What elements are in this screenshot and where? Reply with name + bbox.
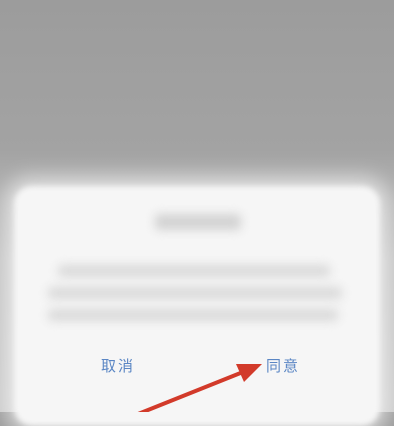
annotation-arrow-icon bbox=[137, 364, 262, 412]
